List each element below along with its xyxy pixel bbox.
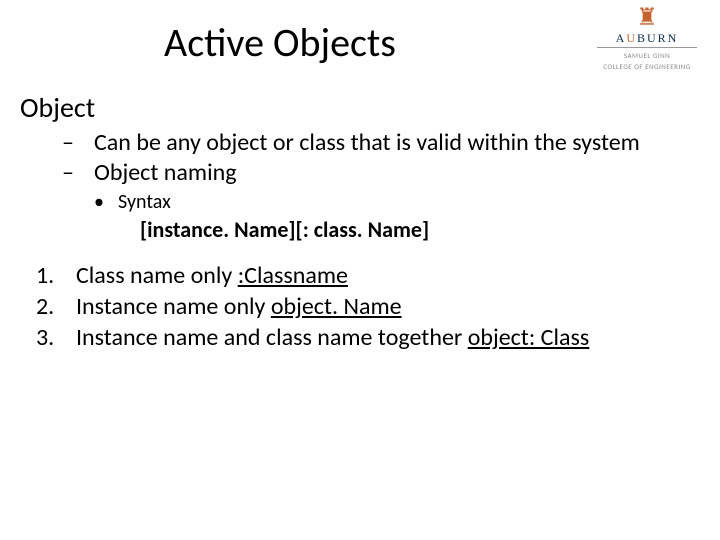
item-underline: object. Name	[271, 292, 402, 321]
item-prefix: Class name only	[76, 261, 238, 290]
item-underline: object: Class	[468, 323, 590, 352]
dot-list: Syntax	[82, 190, 690, 214]
dash-list: Can be any object or class that is valid…	[46, 129, 690, 214]
item-prefix: Instance name and class name together	[76, 323, 468, 352]
list-item: 3. Instance name and class name together…	[28, 323, 690, 352]
list-item: Can be any object or class that is valid…	[46, 129, 690, 157]
list-item: 1. Class name only :Classname	[28, 261, 690, 290]
item-prefix: Instance name only	[76, 292, 271, 321]
auburn-logo: ♜ AUBURN SAMUEL GINN COLLEGE OF ENGINEER…	[592, 6, 702, 70]
list-item: Syntax	[82, 190, 690, 214]
item-number: 3.	[36, 323, 54, 352]
item-number: 2.	[36, 292, 54, 321]
numbered-list: 1. Class name only :Classname 2. Instanc…	[28, 261, 690, 353]
slide-title: Active Objects	[0, 18, 560, 67]
slide-body: Object Can be any object or class that i…	[20, 90, 690, 354]
logo-subline-2: COLLEGE OF ENGINEERING	[592, 63, 702, 70]
item-number: 1.	[36, 261, 54, 290]
list-item: 2. Instance name only object. Name	[28, 292, 690, 321]
slide: Active Objects ♜ AUBURN SAMUEL GINN COLL…	[0, 0, 720, 540]
logo-mark-icon: ♜	[592, 6, 702, 30]
list-item: Object naming	[46, 159, 690, 187]
section-heading: Object	[20, 90, 690, 125]
syntax-pattern: [instance. Name][: class. Name]	[140, 216, 690, 243]
item-underline: :Classname	[238, 261, 348, 290]
logo-wordmark: AUBURN	[592, 32, 702, 44]
logo-subline-1: SAMUEL GINN	[592, 52, 702, 59]
